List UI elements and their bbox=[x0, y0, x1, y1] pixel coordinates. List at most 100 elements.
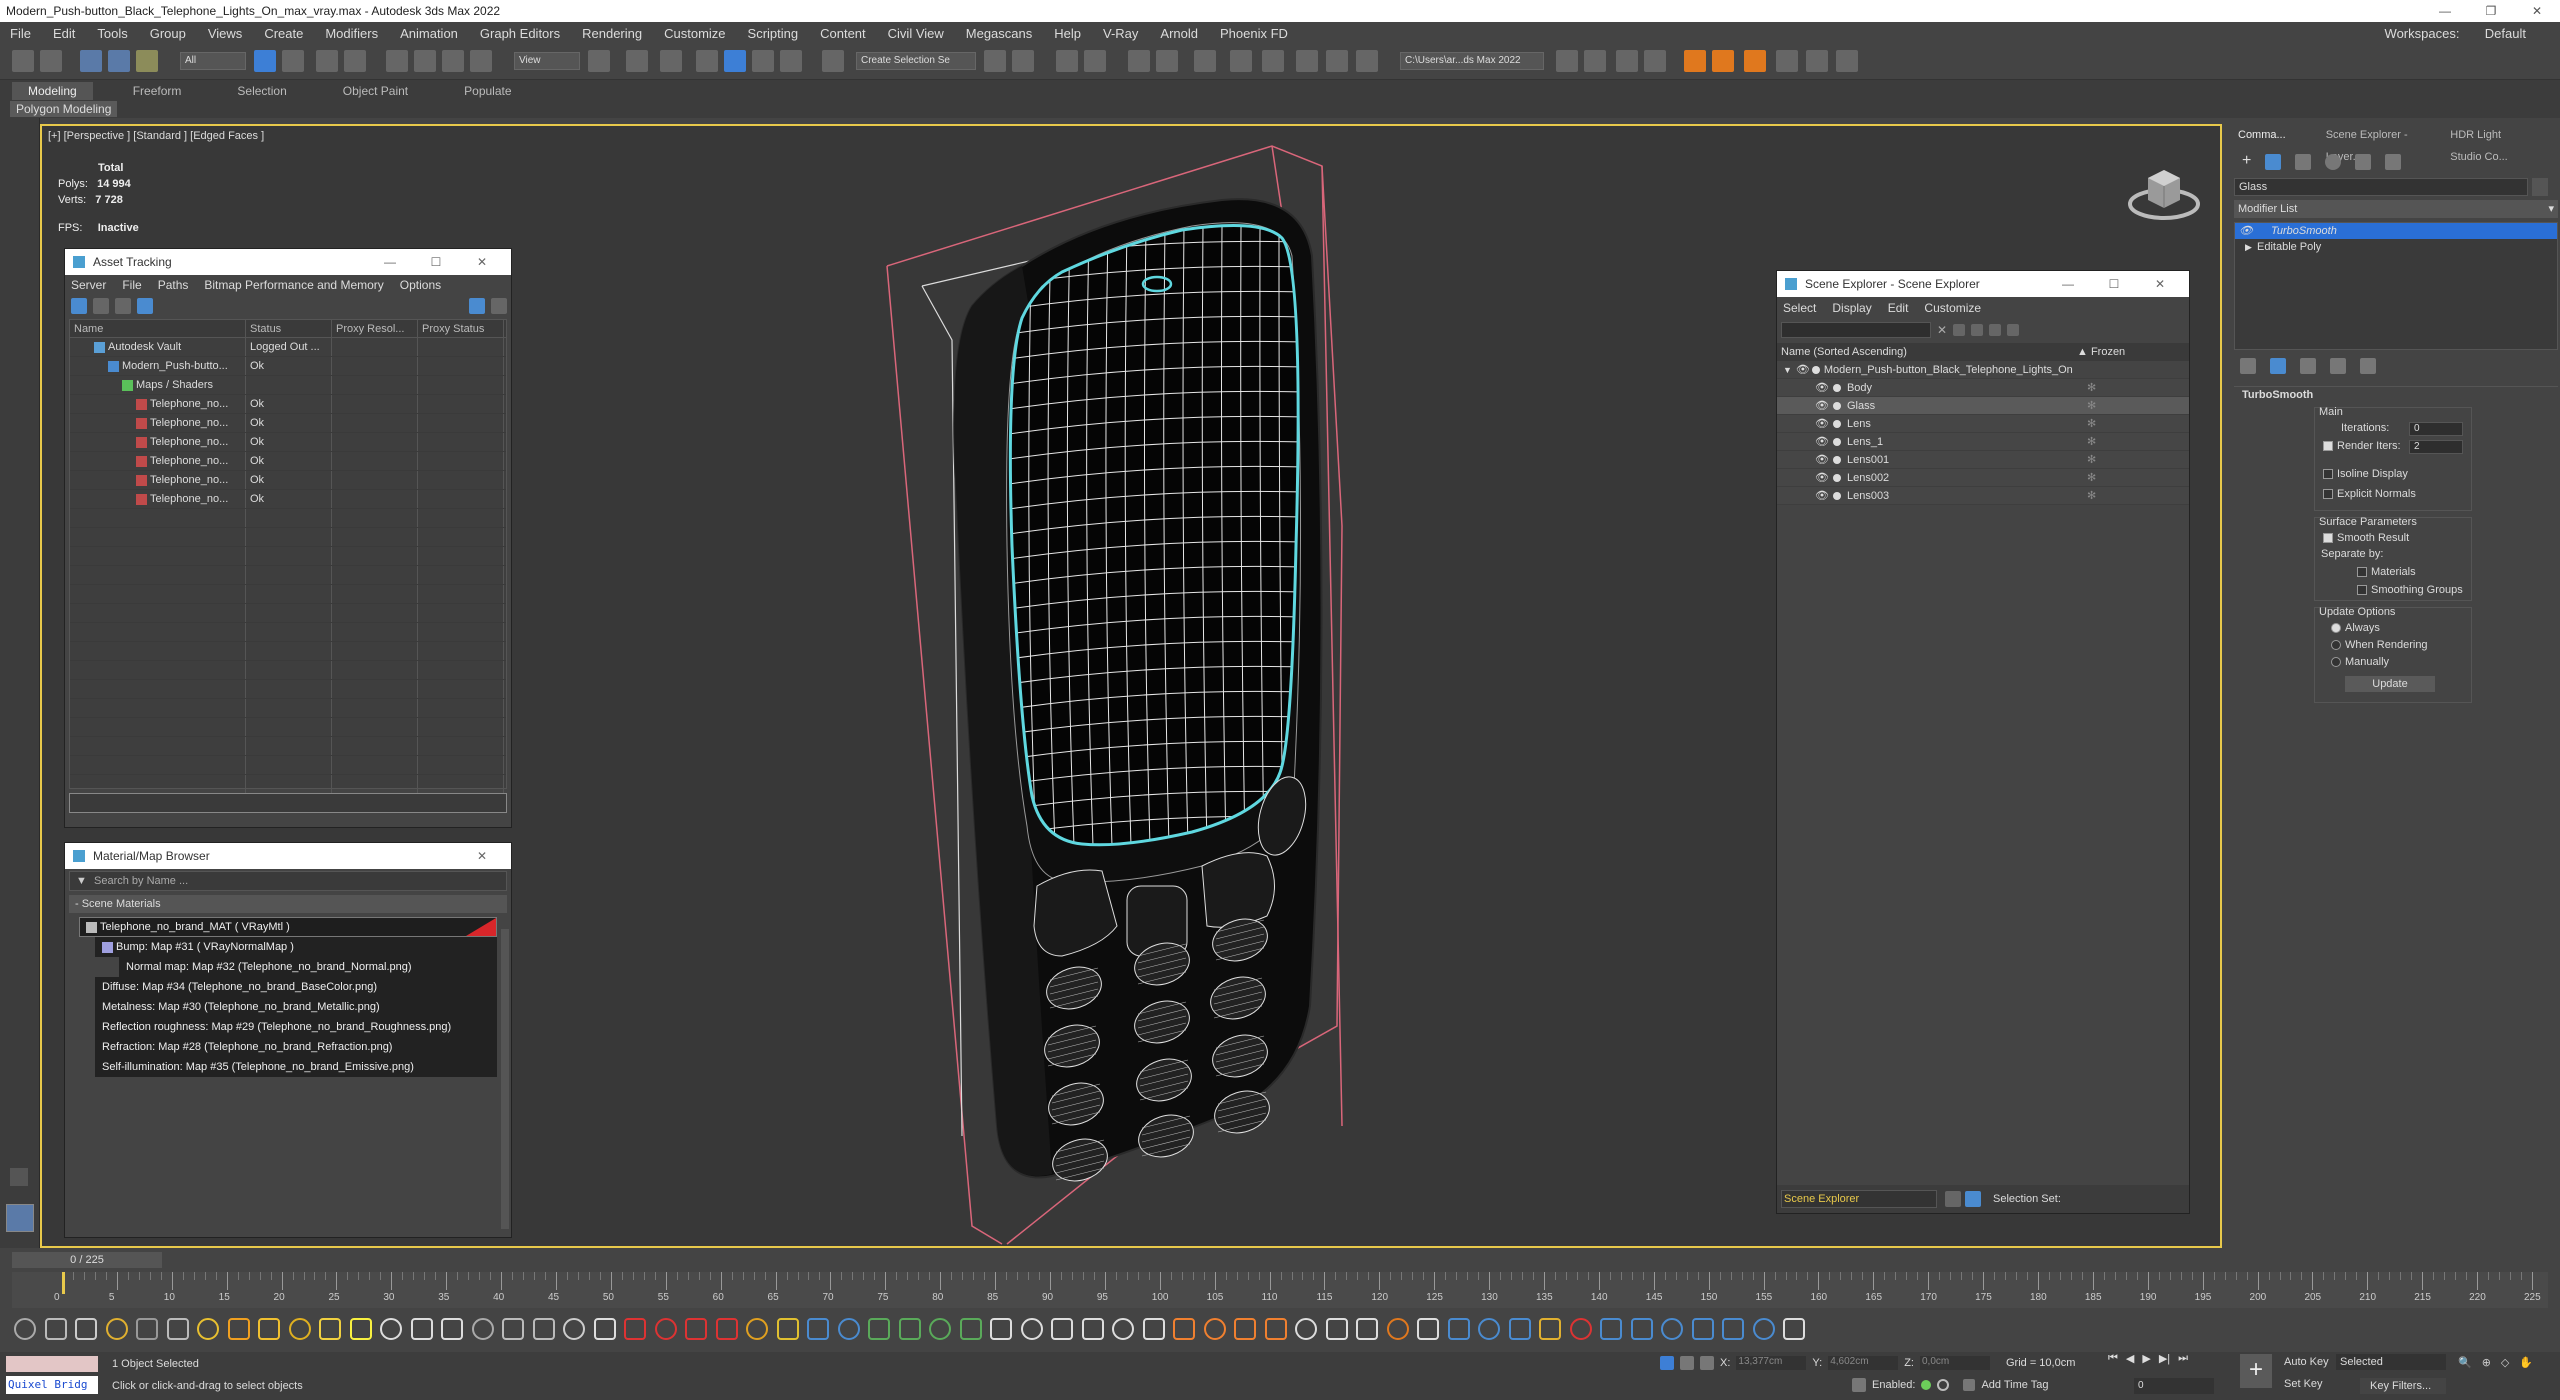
goto-end-icon[interactable]: ⏭ bbox=[2178, 1352, 2188, 1365]
material-item[interactable]: Telephone_no_brand_MAT ( VRayMtl ) bbox=[79, 917, 497, 937]
time-slider[interactable]: 0 / 225 bbox=[12, 1252, 162, 1268]
material-item[interactable]: Reflection roughness: Map #29 (Telephone… bbox=[95, 1017, 497, 1037]
modifier-list-dropdown[interactable]: Modifier List ▾ bbox=[2234, 200, 2558, 218]
help-icon[interactable] bbox=[469, 298, 485, 314]
asset-menu-file[interactable]: File bbox=[122, 278, 141, 292]
stack-item-editable-poly[interactable]: ▶ Editable Poly bbox=[2235, 239, 2557, 255]
menu-help[interactable]: Help bbox=[1054, 26, 1081, 41]
mesh-icon[interactable] bbox=[1752, 1318, 1775, 1340]
scene-object-row[interactable]: 👁 Body ✻ bbox=[1777, 379, 2189, 397]
current-frame-field[interactable]: 0 bbox=[2134, 1378, 2214, 1394]
asset-minimize-icon[interactable]: — bbox=[367, 249, 413, 275]
ball-icon[interactable] bbox=[1020, 1318, 1043, 1340]
asset-col-proxy-res[interactable]: Proxy Resol... bbox=[332, 320, 418, 337]
iterations-spinner[interactable]: 0 bbox=[2409, 422, 2463, 436]
layers-icon[interactable] bbox=[1945, 1191, 1961, 1207]
select-by-name-icon[interactable] bbox=[282, 50, 304, 72]
link-icon[interactable] bbox=[80, 50, 102, 72]
smoothing-groups-checkbox[interactable] bbox=[2357, 585, 2367, 596]
maxscript-listener-field[interactable] bbox=[6, 1356, 98, 1372]
asset-row[interactable]: Maps / Shaders bbox=[70, 376, 506, 395]
visibility-eye-icon[interactable]: 👁 bbox=[1815, 397, 1829, 415]
render-iters-checkbox[interactable] bbox=[2323, 441, 2333, 452]
bonus-icon[interactable] bbox=[1356, 1318, 1378, 1340]
asset-col-status[interactable]: Status bbox=[246, 320, 332, 337]
rect-selection-icon[interactable] bbox=[316, 50, 338, 72]
phoenix-fire-icon[interactable] bbox=[1684, 50, 1706, 72]
asset-path-field[interactable] bbox=[69, 793, 507, 813]
smooth-result-checkbox[interactable] bbox=[2323, 533, 2333, 544]
frozen-icon[interactable]: ✻ bbox=[2087, 415, 2096, 433]
menu-rendering[interactable]: Rendering bbox=[582, 26, 642, 41]
decal-icon[interactable] bbox=[593, 1318, 616, 1340]
scene-minimize-icon[interactable]: — bbox=[2045, 271, 2091, 297]
star-icon[interactable] bbox=[349, 1318, 372, 1340]
bonus-icon[interactable] bbox=[746, 1318, 768, 1340]
menu-vray[interactable]: V-Ray bbox=[1103, 26, 1138, 41]
proxy-icon[interactable] bbox=[1722, 1318, 1744, 1340]
render-iters-spinner[interactable]: 2 bbox=[2409, 440, 2463, 454]
scale-icon[interactable] bbox=[442, 50, 464, 72]
manually-radio[interactable] bbox=[2331, 657, 2341, 668]
frozen-icon[interactable]: ✻ bbox=[2087, 397, 2096, 415]
layer-explorer-icon[interactable] bbox=[1084, 50, 1106, 72]
sun-icon[interactable] bbox=[1447, 1318, 1470, 1340]
project-path-dropdown[interactable]: C:\Users\ar...ds Max 2022 bbox=[1400, 52, 1544, 70]
phoenix-foam-icon[interactable] bbox=[1744, 50, 1766, 72]
teapot-icon[interactable] bbox=[105, 1318, 128, 1340]
asset-row[interactable]: Telephone_no... Ok bbox=[70, 452, 506, 471]
viewport-layout-icon[interactable] bbox=[6, 1204, 34, 1232]
ribbon-tab-selection[interactable]: Selection bbox=[221, 82, 302, 100]
clipper-icon[interactable] bbox=[1173, 1318, 1195, 1340]
selection-filter-dropdown[interactable]: All bbox=[180, 52, 246, 70]
camera-icon[interactable] bbox=[1295, 1318, 1317, 1340]
table-view-icon[interactable] bbox=[115, 298, 131, 314]
plant-icon[interactable] bbox=[1386, 1318, 1409, 1340]
make-unique-icon[interactable] bbox=[2300, 358, 2316, 374]
turbosmooth-rollout-title[interactable]: TurboSmooth bbox=[2234, 387, 2558, 403]
vray-tools-icon[interactable] bbox=[1776, 50, 1798, 72]
stack-item-turbosmooth[interactable]: 👁 TurboSmooth bbox=[2235, 223, 2557, 239]
proxy-icon[interactable] bbox=[502, 1318, 524, 1340]
menu-create[interactable]: Create bbox=[264, 26, 303, 41]
viewcube-icon[interactable] bbox=[2124, 156, 2204, 226]
goto-start-icon[interactable]: ⏮ bbox=[2108, 1352, 2118, 1365]
fur-icon[interactable] bbox=[1691, 1318, 1714, 1340]
sky-icon[interactable] bbox=[288, 1318, 311, 1340]
menu-graph-editors[interactable]: Graph Editors bbox=[480, 26, 560, 41]
curve-editor-icon[interactable] bbox=[1156, 50, 1178, 72]
next-frame-icon[interactable]: ▶| bbox=[2159, 1352, 2170, 1365]
menu-civil-view[interactable]: Civil View bbox=[888, 26, 944, 41]
place-icon[interactable] bbox=[470, 50, 492, 72]
coffee-icon[interactable] bbox=[624, 1318, 646, 1340]
scene-search-input[interactable] bbox=[1781, 322, 1931, 338]
frozen-icon[interactable]: ✻ bbox=[2087, 451, 2096, 469]
ball-icon[interactable] bbox=[410, 1318, 433, 1340]
material-item[interactable]: Bump: Map #31 ( VRayNormalMap ) bbox=[95, 937, 497, 957]
phoenix-liquid-icon[interactable] bbox=[1712, 50, 1734, 72]
scene-menu-display[interactable]: Display bbox=[1832, 301, 1871, 315]
set-key-button[interactable]: Set Key bbox=[2284, 1378, 2323, 1390]
star-icon[interactable] bbox=[959, 1318, 982, 1340]
materials-checkbox[interactable] bbox=[2357, 567, 2367, 578]
move-icon[interactable] bbox=[386, 50, 408, 72]
play-small-icon[interactable] bbox=[10, 1168, 28, 1186]
coffee-icon[interactable] bbox=[14, 1318, 36, 1340]
cmd-tab-layer-explorer[interactable]: Scene Explorer - Layer... bbox=[2318, 124, 2419, 163]
menu-modifiers[interactable]: Modifiers bbox=[325, 26, 378, 41]
vray-settings-icon[interactable] bbox=[1836, 50, 1858, 72]
when-rendering-radio[interactable] bbox=[2331, 640, 2341, 651]
scene-object-row[interactable]: 👁 Glass ✻ bbox=[1777, 397, 2189, 415]
list-view-icon[interactable] bbox=[93, 298, 109, 314]
filter-icon[interactable] bbox=[1953, 324, 1966, 336]
asset-row[interactable]: Autodesk Vault Logged Out ... bbox=[70, 338, 506, 357]
redo-icon[interactable] bbox=[40, 50, 62, 72]
fov-icon[interactable]: ◇ bbox=[2501, 1356, 2509, 1369]
grass-icon[interactable] bbox=[1264, 1318, 1287, 1340]
close-icon[interactable]: ✕ bbox=[2514, 0, 2560, 22]
mesh-icon[interactable] bbox=[1142, 1318, 1165, 1340]
viewport-label[interactable]: [+] [Perspective ] [Standard ] [Edged Fa… bbox=[48, 130, 264, 142]
mirror-icon[interactable] bbox=[984, 50, 1006, 72]
x-coordinate-field[interactable]: 13,377cm bbox=[1736, 1356, 1807, 1370]
star-icon[interactable] bbox=[1569, 1318, 1592, 1340]
